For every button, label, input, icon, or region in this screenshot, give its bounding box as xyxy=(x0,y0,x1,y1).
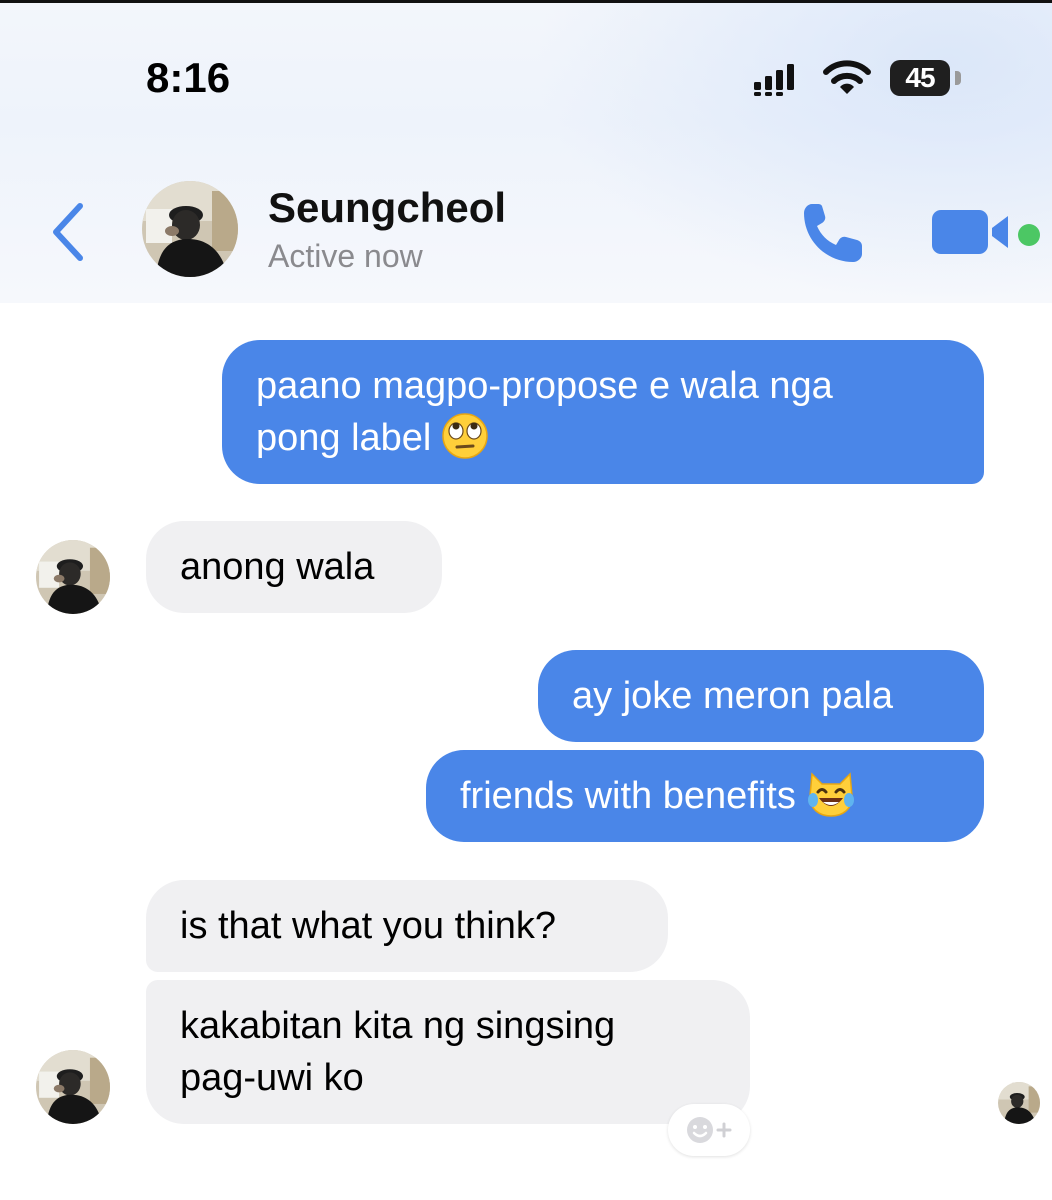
chevron-left-icon[interactable] xyxy=(46,200,90,264)
message-text: anong wala xyxy=(180,546,375,588)
incoming-message-bubble[interactable]: is that what you think? xyxy=(146,880,668,972)
contact-message-avatar[interactable] xyxy=(36,1050,110,1124)
outgoing-message-bubble[interactable]: paano magpo-propose e wala nga pong labe… xyxy=(222,340,984,484)
avatar-photo xyxy=(998,1082,1040,1124)
message-text-line-with-emoji: pong label xyxy=(256,412,948,464)
outgoing-message-bubble[interactable]: ay joke meron pala xyxy=(538,650,984,742)
message-text: is that what you think? xyxy=(180,905,556,947)
wifi-icon xyxy=(823,60,871,94)
message-text: friends with benefits xyxy=(460,775,796,817)
avatar-photo xyxy=(142,181,238,277)
active-status-dot xyxy=(1018,224,1040,246)
contact-status: Active now xyxy=(268,238,423,274)
phone-icon[interactable] xyxy=(798,196,870,268)
add-reaction-icon xyxy=(687,1117,732,1143)
read-receipt-avatar xyxy=(998,1082,1040,1124)
messenger-chat-screen: 8:16 45 Seungcheol Active now paano magp… xyxy=(0,0,1052,1200)
contact-message-avatar[interactable] xyxy=(36,540,110,614)
message-text-line: pag-uwi ko xyxy=(180,1057,364,1099)
battery-indicator: 45 xyxy=(890,60,950,96)
contact-avatar[interactable] xyxy=(142,181,238,277)
add-reaction-button[interactable] xyxy=(668,1104,750,1156)
incoming-message-bubble[interactable]: anong wala xyxy=(146,521,442,613)
outgoing-message-bubble[interactable]: friends with benefits xyxy=(426,750,984,842)
cellular-signal-icon xyxy=(754,64,794,96)
message-text-line: paano magpo-propose e wala nga xyxy=(256,365,833,407)
avatar-photo xyxy=(36,1050,110,1124)
message-text: ay joke meron pala xyxy=(572,675,894,717)
contact-name[interactable]: Seungcheol xyxy=(268,184,506,232)
message-text-line: pong label xyxy=(256,417,432,459)
avatar-photo xyxy=(36,540,110,614)
face-with-rolling-eyes-icon xyxy=(442,413,489,459)
cat-with-tears-of-joy-icon xyxy=(807,772,854,817)
battery-cap xyxy=(955,71,961,85)
status-time: 8:16 xyxy=(146,54,231,101)
incoming-message-bubble[interactable]: kakabitan kita ng singsing pag-uwi ko xyxy=(146,980,750,1124)
message-text-line: kakabitan kita ng singsing xyxy=(180,1005,616,1047)
video-camera-icon[interactable] xyxy=(930,206,1014,258)
